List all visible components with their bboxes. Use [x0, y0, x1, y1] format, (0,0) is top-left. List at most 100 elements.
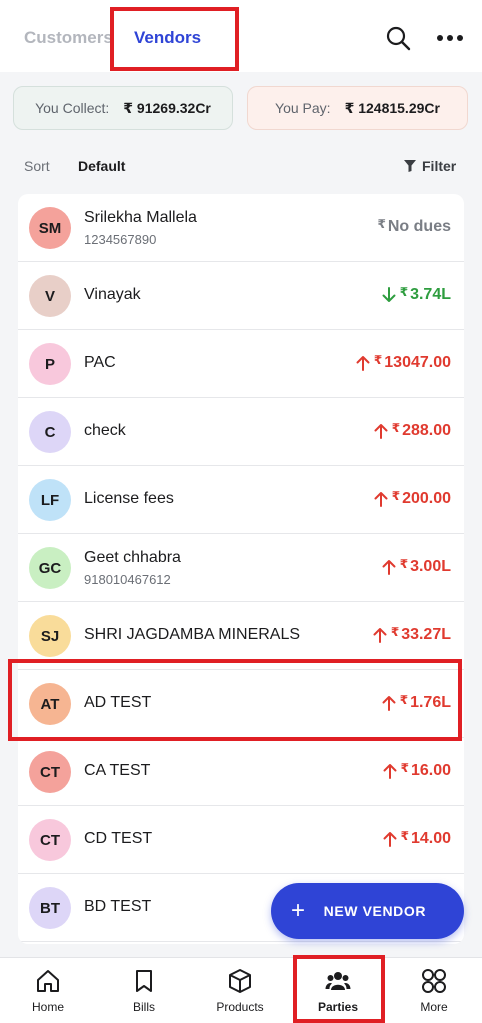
nav-item-more[interactable]: More: [386, 958, 482, 1023]
vendor-balance: ₹3.00L: [382, 557, 451, 576]
sort-dropdown[interactable]: Default: [78, 158, 125, 174]
box-icon: [227, 968, 253, 994]
avatar: V: [29, 275, 71, 317]
rupee-symbol: ₹: [391, 421, 401, 435]
vendor-row[interactable]: SM Srilekha Mallela 1234567890 ₹ No dues: [18, 194, 464, 262]
arrow-down-icon: [382, 287, 396, 302]
vendor-row[interactable]: CT CD TEST ₹14.00: [18, 806, 464, 874]
rupee-symbol: ₹: [391, 489, 401, 503]
vendor-name: CD TEST: [84, 830, 153, 847]
vendor-name: Geet chhabra: [84, 549, 181, 566]
tab-active-indicator: [134, 68, 202, 71]
vendor-balance: ₹3.74L: [382, 285, 451, 304]
avatar: AT: [29, 683, 71, 725]
vendor-balance-value: 3.00L: [410, 558, 451, 575]
filter-button[interactable]: Filter: [404, 158, 456, 174]
rupee-symbol: ₹: [399, 693, 409, 707]
vendor-name: SHRI JAGDAMBA MINERALS: [84, 626, 301, 643]
arrow-up-icon: [374, 424, 388, 439]
vendor-name: check: [84, 422, 126, 439]
tab-customers[interactable]: Customers: [24, 28, 113, 48]
nav-label: Parties: [317, 1000, 359, 1014]
rupee-symbol: ₹: [399, 285, 409, 299]
new-vendor-button[interactable]: + NEW VENDOR: [271, 883, 464, 939]
nav-label: More: [420, 1000, 448, 1014]
rupee-symbol: ₹: [400, 829, 409, 843]
vendor-balance-value: 13047.00: [384, 354, 451, 371]
vendor-balance: ₹1.76L: [382, 693, 451, 712]
vendor-name: Srilekha Mallela: [84, 209, 197, 226]
vendor-balance-value: 14.00: [410, 830, 451, 847]
vendor-balance: ₹200.00: [374, 489, 451, 508]
arrow-up-icon: [373, 628, 387, 643]
vendor-row[interactable]: CT CA TEST ₹16.00: [18, 738, 464, 806]
you-collect-card: You Collect: ₹ 91269.32Cr: [13, 86, 233, 130]
vendor-balance-value: 33.27L: [401, 626, 451, 643]
avatar: LF: [29, 479, 71, 521]
rupee-symbol: ₹: [373, 353, 383, 367]
arrow-up-icon: [374, 492, 388, 507]
arrow-up-icon: [382, 696, 396, 711]
rupee-symbol: ₹: [400, 761, 409, 775]
home-icon: [35, 968, 61, 994]
nav-item-parties[interactable]: Parties: [290, 958, 386, 1023]
vendor-name: AD TEST: [84, 694, 152, 711]
vendor-phone: 1234567890: [84, 232, 157, 247]
vendor-balance: ₹33.27L: [373, 625, 451, 644]
nav-label: Home: [31, 1000, 64, 1014]
arrow-up-icon: [383, 832, 397, 847]
vendor-balance-value: 1.76L: [410, 694, 451, 711]
nav-item-bills[interactable]: Bills: [96, 958, 192, 1023]
vendor-name: BD TEST: [84, 898, 152, 915]
grid-icon: [421, 968, 447, 994]
more-icon[interactable]: [436, 24, 464, 52]
you-pay-value: ₹ 124815.29Cr: [344, 99, 440, 116]
vendor-row[interactable]: GC Geet chhabra 918010467612 ₹3.00L: [18, 534, 464, 602]
vendor-balance-value: 16.00: [410, 762, 451, 779]
rupee-symbol: ₹: [377, 217, 386, 231]
tab-vendors[interactable]: Vendors: [134, 28, 201, 48]
vendor-name: PAC: [84, 354, 116, 371]
top-bar: Customers Vendors: [0, 0, 482, 72]
vendor-row[interactable]: Ccheck ₹288.00: [18, 398, 464, 466]
vendor-balance: ₹16.00: [383, 761, 451, 780]
people-icon: [325, 968, 351, 994]
vendor-name: Vinayak: [84, 286, 141, 303]
vendor-balance-value: 288.00: [402, 422, 451, 439]
rupee-symbol: ₹: [390, 625, 400, 639]
vendor-name: CA TEST: [84, 762, 151, 779]
avatar: CT: [29, 751, 71, 793]
search-icon[interactable]: [384, 24, 412, 52]
vendor-row[interactable]: AT AD TEST ₹1.76L: [18, 670, 464, 738]
avatar: P: [29, 343, 71, 385]
vendor-row[interactable]: SJ SHRI JAGDAMBA MINERALS ₹33.27L: [18, 602, 464, 670]
avatar: SM: [29, 207, 71, 249]
vendor-row[interactable]: P PAC ₹13047.00: [18, 330, 464, 398]
nav-item-home[interactable]: Home: [0, 958, 96, 1023]
nav-label: Products: [216, 1000, 264, 1014]
filter-icon: [404, 160, 416, 172]
vendor-balance: ₹13047.00: [356, 353, 451, 372]
filter-label: Filter: [422, 158, 457, 174]
arrow-up-icon: [382, 560, 396, 575]
you-pay-card: You Pay: ₹ 124815.29Cr: [247, 86, 468, 130]
bottom-navigation: Home Bills Products Parties More: [0, 957, 482, 1023]
vendor-balance: ₹ No dues: [377, 217, 451, 236]
vendor-balance: ₹288.00: [374, 421, 451, 440]
avatar: SJ: [29, 615, 71, 657]
vendor-balance-value: 200.00: [402, 490, 451, 507]
vendor-name: License fees: [84, 490, 174, 507]
sort-filter-bar: Sort Default Filter: [0, 152, 482, 180]
rupee-symbol: ₹: [399, 557, 409, 571]
nav-label: Bills: [132, 1000, 155, 1014]
new-vendor-label: NEW VENDOR: [323, 903, 427, 919]
arrow-up-icon: [383, 764, 397, 779]
vendor-row[interactable]: V Vinayak ₹3.74L: [18, 262, 464, 330]
vendor-row[interactable]: LF License fees ₹200.00: [18, 466, 464, 534]
nav-item-products[interactable]: Products: [192, 958, 288, 1023]
you-collect-label: You Collect:: [35, 100, 110, 116]
vendor-list: SM Srilekha Mallela 1234567890 ₹ No dues V Vin…: [18, 194, 464, 944]
avatar: C: [29, 411, 71, 453]
vendor-balance-value: 3.74L: [410, 286, 451, 303]
avatar: BT: [29, 887, 71, 929]
